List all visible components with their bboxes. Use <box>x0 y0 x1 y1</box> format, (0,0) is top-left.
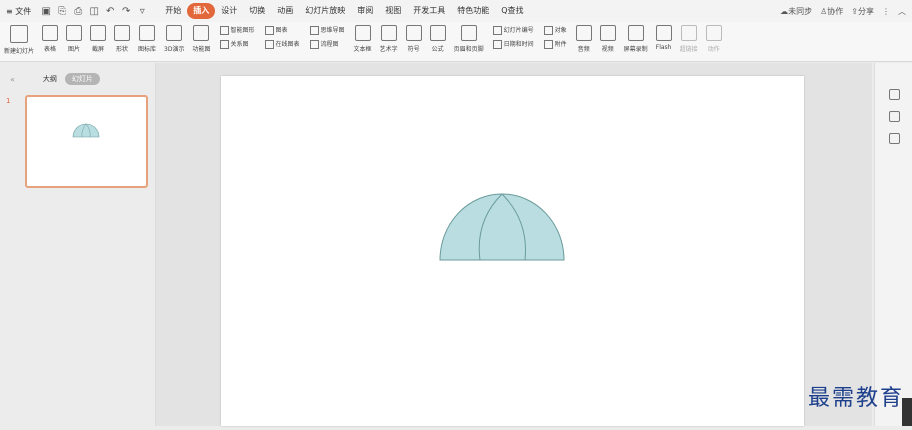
speaker-icon <box>575 25 592 41</box>
pane-tabs: « 大纲 幻灯片 <box>10 73 100 85</box>
print-icon[interactable]: ⎙ <box>71 4 85 18</box>
screenshot-icon <box>90 25 107 41</box>
corner-block <box>902 398 912 426</box>
style-icon[interactable] <box>889 111 900 122</box>
right-tools: ☁未同步 ♙协作 ⇪分享 ⋮ ︿ <box>780 0 906 22</box>
new-slide-icon <box>10 25 28 43</box>
tab-slideshow[interactable]: 幻灯片放映 <box>299 3 351 19</box>
tab-design[interactable]: 设计 <box>215 3 243 19</box>
share-icon: ⇪ <box>851 6 858 16</box>
picture-icon <box>66 25 83 41</box>
function-chart-icon <box>193 25 210 41</box>
collapse-ribbon-icon[interactable]: ︿ <box>898 6 906 17</box>
object-group: 对象 附件 <box>544 25 567 49</box>
tab-slides[interactable]: 幻灯片 <box>64 73 100 85</box>
collab-button[interactable]: ♙协作 <box>820 6 843 17</box>
save-icon[interactable]: ▣ <box>39 4 53 18</box>
tab-animation[interactable]: 动画 <box>271 3 299 19</box>
screenshot-button[interactable]: 截屏 <box>90 25 107 53</box>
copy-format-icon[interactable] <box>889 133 900 144</box>
table-icon <box>42 25 59 41</box>
demo3d-button[interactable]: 3D演示 <box>164 25 184 53</box>
new-slide-button[interactable]: 新建幻灯片 <box>4 25 34 55</box>
property-icon[interactable] <box>889 89 900 100</box>
object-button[interactable]: 对象 <box>544 25 567 35</box>
diagram-group: 思维导图 流程图 <box>310 25 345 49</box>
symbol-button[interactable]: 符号 <box>405 25 422 53</box>
formula-button[interactable]: 公式 <box>429 25 446 53</box>
slide-number-button[interactable]: 幻灯片编号 <box>493 25 534 35</box>
screen-record-icon <box>627 25 644 41</box>
play-icon <box>705 25 722 41</box>
search-command[interactable]: Q查找 <box>495 3 529 19</box>
relation-button[interactable]: 关系图 <box>220 39 255 49</box>
demo3d-icon <box>166 25 183 41</box>
flash-icon <box>655 25 672 41</box>
tab-view[interactable]: 视图 <box>379 3 407 19</box>
flowchart-button[interactable]: 流程图 <box>310 39 345 49</box>
shape-button[interactable]: 形状 <box>114 25 131 53</box>
tab-outline[interactable]: 大纲 <box>43 74 57 84</box>
wordart-icon <box>380 25 397 41</box>
tab-review[interactable]: 审阅 <box>351 3 379 19</box>
smart-group: 智能图形 关系图 <box>220 25 255 49</box>
ribbon-insert: 新建幻灯片 表格 图片 截屏 形状 图标库 3D演示 功能图 智能图形 关系图 … <box>0 22 912 62</box>
video-icon <box>599 25 616 41</box>
icon-library-icon <box>139 25 156 41</box>
menu-bar: ≡ 文件 ▣ ⎘ ⎙ ◫ ↶ ↷ ▿ 开始 插入 设计 切换 动画 幻灯片放映 … <box>0 0 912 22</box>
sync-status[interactable]: ☁未同步 <box>780 6 812 17</box>
watermark-text: 最需教育 <box>807 386 904 411</box>
slide-number: 1 <box>6 97 11 105</box>
collapse-panel-icon[interactable]: « <box>10 75 15 84</box>
chart-group: 图表 在线图表 <box>265 25 300 49</box>
slide-panel: « 大纲 幻灯片 1 <box>0 63 156 426</box>
date-time-button[interactable]: 日期和时间 <box>493 39 534 49</box>
video-button[interactable]: 视频 <box>599 25 616 53</box>
tab-start[interactable]: 开始 <box>159 3 187 19</box>
smart-art-button[interactable]: 智能图形 <box>220 25 255 35</box>
icon-library-button[interactable]: 图标库 <box>138 25 156 53</box>
numbering-group: 幻灯片编号 日期和时间 <box>493 25 534 49</box>
picture-button[interactable]: 图片 <box>66 25 83 53</box>
tab-features[interactable]: 特色功能 <box>451 3 495 19</box>
tab-insert[interactable]: 插入 <box>187 3 216 19</box>
share-button[interactable]: ⇪分享 <box>851 6 874 17</box>
file-menu[interactable]: ≡ 文件 <box>6 6 31 17</box>
table-button[interactable]: 表格 <box>42 25 59 53</box>
tab-transition[interactable]: 切换 <box>243 3 271 19</box>
thumbnail-dome <box>72 123 100 138</box>
dome-shape[interactable] <box>221 76 804 426</box>
cloud-icon: ☁ <box>780 6 789 16</box>
chart-button[interactable]: 图表 <box>265 25 300 35</box>
wordart-button[interactable]: 艺术字 <box>380 25 398 53</box>
action-button[interactable]: 动作 <box>705 25 722 53</box>
preview-icon[interactable]: ◫ <box>87 4 101 18</box>
screen-record-button[interactable]: 屏幕录制 <box>624 25 648 53</box>
textbox-icon <box>354 25 371 41</box>
export-icon[interactable]: ⎘ <box>55 4 69 18</box>
online-chart-button[interactable]: 在线图表 <box>265 39 300 49</box>
textbox-button[interactable]: 文本框 <box>354 25 372 53</box>
more-icon[interactable]: ⋮ <box>882 7 890 16</box>
tab-developer[interactable]: 开发工具 <box>407 3 451 19</box>
redo-icon[interactable]: ↷ <box>119 4 133 18</box>
slide-canvas[interactable] <box>221 76 804 426</box>
omega-icon <box>405 25 422 41</box>
hyperlink-button[interactable]: 超链接 <box>680 25 698 53</box>
undo-icon[interactable]: ↶ <box>103 4 117 18</box>
header-footer-button[interactable]: 页眉和页脚 <box>454 25 484 53</box>
shape-icon <box>114 25 131 41</box>
link-icon <box>680 25 697 41</box>
header-footer-icon <box>460 25 477 41</box>
pi-icon <box>429 25 446 41</box>
right-sidebar <box>874 63 912 426</box>
function-chart-button[interactable]: 功能图 <box>192 25 211 53</box>
flash-button[interactable]: Flash <box>655 25 672 51</box>
customize-dropdown-icon[interactable]: ▿ <box>135 4 149 18</box>
slide-thumbnail[interactable] <box>25 95 148 188</box>
attachment-button[interactable]: 附件 <box>544 39 567 49</box>
audio-button[interactable]: 音频 <box>575 25 592 53</box>
mindmap-button[interactable]: 思维导图 <box>310 25 345 35</box>
